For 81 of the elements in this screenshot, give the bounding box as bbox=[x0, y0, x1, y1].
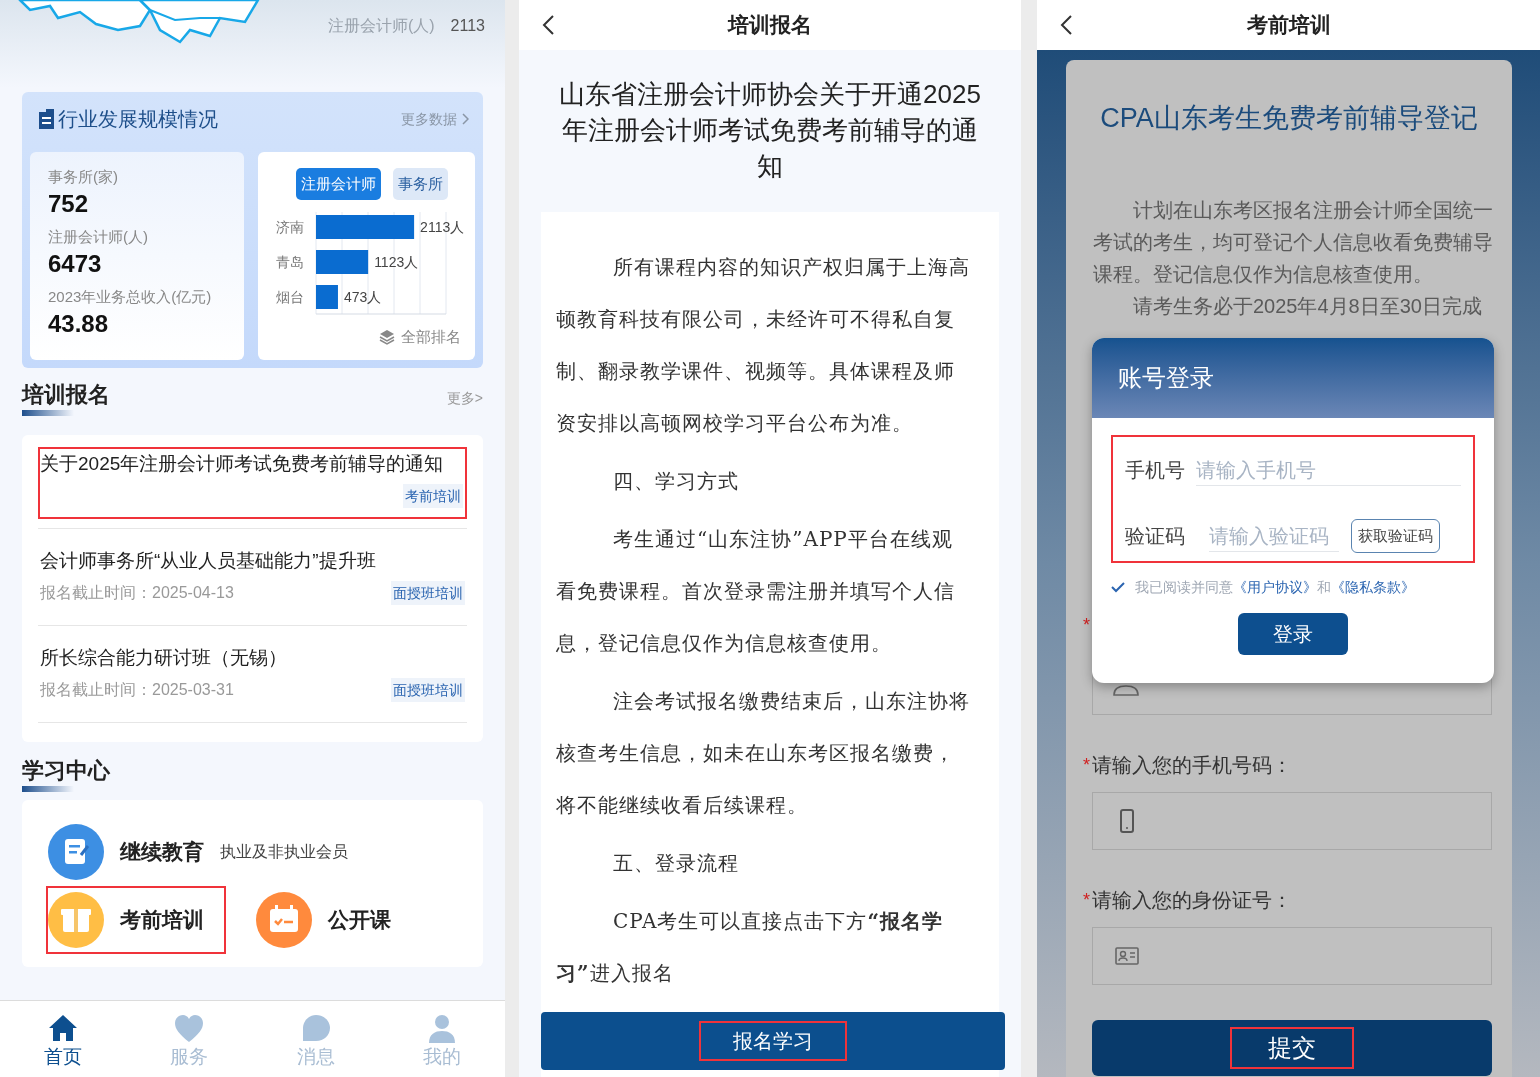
person-icon bbox=[1113, 685, 1139, 696]
field-label: 手机号 bbox=[1125, 458, 1186, 483]
agreement-link[interactable]: 《用户协议》 bbox=[1233, 578, 1317, 595]
paragraph: 考生通过“山东注协”APP平台在线观看免费课程。首次登录需注册并填写个人信息，登记信息仅作为信息核查使用。 bbox=[556, 526, 956, 657]
value-label: 473人 bbox=[343, 289, 382, 305]
back-icon bbox=[541, 14, 555, 36]
back-icon bbox=[1059, 14, 1073, 36]
signup-button[interactable]: 报名学习 bbox=[541, 1012, 1005, 1070]
section-title: 行业发展规模情况 bbox=[58, 107, 218, 132]
course-link[interactable]: 公开课 bbox=[254, 886, 393, 954]
document-icon bbox=[38, 108, 56, 130]
value-label: 2113人 bbox=[420, 219, 465, 235]
item-title[interactable]: 关于2025年注册会计师考试免费考前辅导的通知 bbox=[40, 450, 463, 478]
category-tag: 面授班培训 bbox=[391, 678, 465, 702]
check-icon[interactable] bbox=[1111, 580, 1125, 594]
chart-tab[interactable]: 注册会计师 bbox=[295, 168, 381, 200]
nav-tab[interactable]: 首页 bbox=[0, 1001, 127, 1077]
get-code-button[interactable]: 获取验证码 bbox=[1351, 519, 1440, 553]
paragraph: CPA考生可以直接点击下方“报名学习”进入报名 bbox=[556, 908, 944, 987]
paragraph: 注会考试报名缴费结束后，山东注协将核查考生信息，如未在山东考区报名缴费，将不能继续收看后续课程。 bbox=[556, 688, 971, 819]
stat-value: 43.88 bbox=[48, 309, 110, 339]
stat-label: 注册会计师(人) bbox=[48, 227, 149, 247]
ranking-link[interactable]: 全部排名 bbox=[379, 326, 461, 349]
paragraph: 四、学习方式 bbox=[612, 468, 740, 495]
notepad-icon bbox=[48, 824, 104, 880]
course-link[interactable]: 继续教育 执业及非执业会员 bbox=[46, 818, 459, 886]
paragraph: 计划在山东考区报名注册会计师全国统一考试的考生，均可登记个人信息收看免费辅导课程。登记信息仅作为信息核查使用。 bbox=[1093, 198, 1493, 287]
submit-button[interactable]: 提交 bbox=[1092, 1020, 1492, 1076]
form-title: CPA山东考生免费考前辅导登记 bbox=[1099, 102, 1479, 135]
paragraph: 五、登录流程 bbox=[612, 850, 740, 877]
stat-value: 6473 bbox=[48, 249, 103, 279]
stat-label: 事务所(家) bbox=[48, 167, 119, 187]
category-label: 青岛 bbox=[276, 254, 304, 270]
required-mark: * bbox=[1083, 753, 1091, 777]
list-item[interactable]: 会计师事务所“从业人员基础能力”提升班 报名截止时间：2025-04-13 面授班培训 bbox=[38, 529, 467, 626]
dialog-title: 账号登录 bbox=[1118, 363, 1214, 393]
stat-value: 2113 bbox=[450, 16, 485, 36]
field-label: 请输入您的身份证号： bbox=[1092, 888, 1292, 913]
deadline-text: 报名截止时间：2025-03-31 bbox=[40, 680, 234, 700]
gift-icon bbox=[48, 892, 104, 948]
item-title[interactable]: 会计师事务所“从业人员基础能力”提升班 bbox=[40, 547, 465, 575]
title-underline bbox=[22, 786, 74, 792]
value-label: 1123人 bbox=[374, 254, 419, 270]
paragraph: 所有课程内容的知识产权归属于上海高顿教育科技有限公司，未经许可不得私自复制、翻录教学课件、视频等。具体课程及师资安排以高顿网校学习平台公布为准。 bbox=[556, 254, 971, 437]
bar bbox=[316, 285, 338, 309]
course-link[interactable]: 考前培训 bbox=[46, 886, 226, 954]
paragraph: 请考生务必于2025年4月8日至30日完成 bbox=[1132, 294, 1483, 319]
page-title: 培训报名 bbox=[726, 12, 813, 39]
notice-title: 山东省注册会计师协会关于开通2025年注册会计师考试免费考前辅导的通知 bbox=[558, 78, 982, 183]
required-mark: * bbox=[1083, 888, 1091, 912]
field-label: 验证码 bbox=[1125, 524, 1186, 549]
list-item[interactable]: 所长综合能力研讨班（无锡） 报名截止时间：2025-03-31 面授班培训 bbox=[38, 626, 467, 723]
input-field[interactable] bbox=[1092, 927, 1492, 985]
item-title[interactable]: 所长综合能力研讨班（无锡） bbox=[40, 644, 465, 672]
code-input[interactable]: 请输入验证码 bbox=[1209, 520, 1339, 552]
input-field[interactable] bbox=[1092, 792, 1492, 850]
chevron-right-icon bbox=[461, 113, 469, 125]
calendar-icon bbox=[256, 892, 312, 948]
heart-icon bbox=[173, 1013, 206, 1045]
stat-value: 752 bbox=[48, 189, 90, 219]
section-title: 学习中心 bbox=[22, 757, 110, 785]
chart-tab[interactable]: 事务所 bbox=[392, 168, 448, 200]
category-tag: 面授班培训 bbox=[391, 581, 465, 605]
phone-input[interactable]: 请输入手机号 bbox=[1196, 454, 1461, 486]
agreement-link[interactable]: 《隐私条款》 bbox=[1331, 578, 1415, 595]
stat-label: 2023年业务总收入(亿元) bbox=[48, 287, 213, 307]
deadline-text: 报名截止时间：2025-04-13 bbox=[40, 583, 234, 603]
bar bbox=[316, 250, 369, 274]
category-tag: 考前培训 bbox=[403, 484, 463, 508]
title-underline bbox=[22, 410, 74, 416]
required-mark: * bbox=[1083, 613, 1091, 637]
page-title: 考前培训 bbox=[1246, 12, 1332, 39]
field-label: 请输入您的手机号码： bbox=[1092, 753, 1292, 778]
course-subtitle: 执业及非执业会员 bbox=[220, 842, 348, 862]
layers-icon bbox=[379, 329, 395, 346]
agreement-text: 我已阅读并同意《用户协议》和《隐私条款》 bbox=[1135, 577, 1415, 597]
category-label: 烟台 bbox=[276, 289, 304, 305]
category-label: 济南 bbox=[276, 219, 304, 235]
login-button[interactable]: 登录 bbox=[1238, 613, 1348, 655]
stat-label: 注册会计师(人) bbox=[327, 16, 435, 36]
section-title: 培训报名 bbox=[22, 381, 110, 409]
